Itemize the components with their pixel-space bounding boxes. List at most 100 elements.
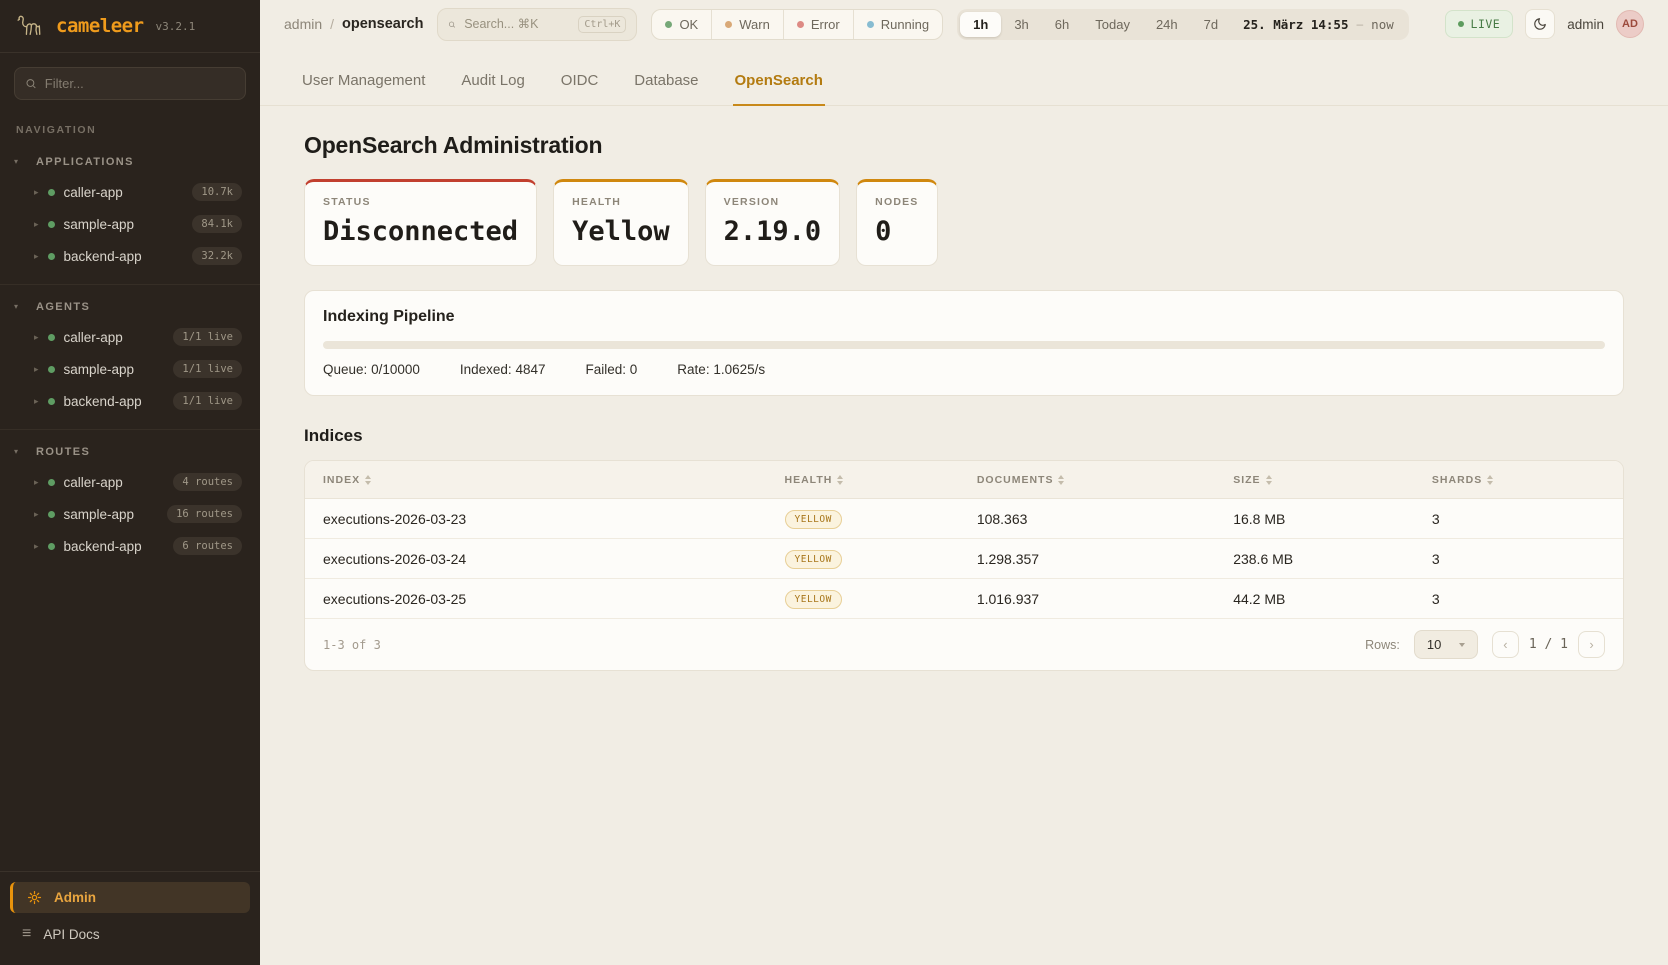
gear-icon (27, 890, 42, 905)
warn-dot-icon (725, 21, 732, 28)
nav-group-header-agents[interactable]: AGENTS (10, 295, 250, 321)
rows-per-page-label: Rows: (1365, 638, 1400, 652)
range-3h-button[interactable]: 3h (1001, 12, 1041, 37)
tab-audit-log[interactable]: Audit Log (459, 62, 526, 106)
tab-opensearch[interactable]: OpenSearch (733, 62, 825, 106)
item-label: backend-app (64, 539, 142, 554)
tab-database[interactable]: Database (632, 62, 700, 106)
time-display[interactable]: 25. März 14:55 – now (1231, 12, 1406, 37)
caret-down-icon (14, 158, 22, 166)
previous-page-button[interactable] (1492, 631, 1519, 658)
range-7d-button[interactable]: 7d (1191, 12, 1231, 37)
range-24h-button[interactable]: 24h (1143, 12, 1191, 37)
sidebar-item-backend-app[interactable]: backend-app 32.2k (10, 240, 250, 272)
filter-ok-button[interactable]: OK (652, 10, 711, 39)
sort-icon (1266, 475, 1272, 485)
app-name: cameleer (56, 15, 144, 37)
page-title: OpenSearch Administration (304, 132, 1624, 159)
time-separator: – (1356, 17, 1363, 31)
theme-toggle-button[interactable] (1525, 9, 1555, 39)
item-label: caller-app (64, 330, 123, 345)
sidebar-item-admin[interactable]: Admin (10, 882, 250, 913)
range-6h-button[interactable]: 6h (1042, 12, 1082, 37)
nav-group-label: APPLICATIONS (36, 156, 134, 168)
status-dot (48, 366, 55, 373)
cell-documents: 108.363 (977, 511, 1233, 527)
content: OpenSearch Administration STATUS Disconn… (260, 106, 1668, 965)
sidebar-item-sample-app[interactable]: sample-app 84.1k (10, 208, 250, 240)
sidebar-item-caller-app-agent[interactable]: caller-app 1/1 live (10, 321, 250, 353)
filter-running-button[interactable]: Running (853, 10, 942, 39)
live-toggle[interactable]: LIVE (1445, 10, 1514, 38)
sidebar-item-backend-app-agent[interactable]: backend-app 1/1 live (10, 385, 250, 417)
column-header-health[interactable]: HEALTH (785, 474, 977, 486)
sidebar-filter-input[interactable] (45, 76, 235, 91)
filter-warn-button[interactable]: Warn (711, 10, 783, 39)
sidebar-item-sample-app-agent[interactable]: sample-app 1/1 live (10, 353, 250, 385)
range-today-button[interactable]: Today (1082, 12, 1143, 37)
sidebar-footer: Admin API Docs (0, 871, 260, 965)
tab-oidc[interactable]: OIDC (559, 62, 601, 106)
cell-index: executions-2026-03-25 (323, 591, 785, 607)
cell-index: executions-2026-03-24 (323, 551, 785, 567)
row-range-label: 1-3 of 3 (323, 638, 381, 652)
nav-group-header-routes[interactable]: ROUTES (10, 440, 250, 466)
nav-group-agents: AGENTS caller-app 1/1 live sample-app 1/… (0, 284, 260, 429)
next-page-button[interactable] (1578, 631, 1605, 658)
count-badge: 84.1k (192, 215, 242, 233)
column-header-index[interactable]: INDEX (323, 474, 785, 486)
table-row[interactable]: executions-2026-03-24 YELLOW 1.298.357 2… (305, 539, 1623, 579)
tab-user-management[interactable]: User Management (300, 62, 427, 106)
column-header-shards[interactable]: SHARDS (1432, 474, 1605, 486)
nav-group-routes: ROUTES caller-app 4 routes sample-app 16… (0, 429, 260, 574)
filter-label: Warn (739, 17, 770, 32)
column-header-documents[interactable]: DOCUMENTS (977, 474, 1233, 486)
caret-down-icon (14, 303, 22, 311)
cell-index: executions-2026-03-23 (323, 511, 785, 527)
card-value: 2.19.0 (724, 216, 822, 247)
nav-group-header-applications[interactable]: APPLICATIONS (10, 150, 250, 176)
queue-stat: Queue: 0/10000 (323, 362, 420, 377)
sidebar-item-sample-app-routes[interactable]: sample-app 16 routes (10, 498, 250, 530)
search-icon (25, 77, 37, 90)
indexing-pipeline-panel: Indexing Pipeline Queue: 0/10000 Indexed… (304, 290, 1624, 396)
health-status-badge: YELLOW (785, 510, 842, 529)
status-filter-group: OK Warn Error Running (651, 9, 943, 40)
sidebar-filter (14, 67, 246, 100)
indexed-stat: Indexed: 4847 (460, 362, 546, 377)
nav-group-applications: APPLICATIONS caller-app 10.7k sample-app… (0, 140, 260, 284)
table-row[interactable]: executions-2026-03-23 YELLOW 108.363 16.… (305, 499, 1623, 539)
cell-health: YELLOW (785, 589, 977, 609)
status-dot (48, 334, 55, 341)
sidebar-item-caller-app[interactable]: caller-app 10.7k (10, 176, 250, 208)
search-input[interactable] (464, 17, 570, 31)
column-header-size[interactable]: SIZE (1233, 474, 1432, 486)
pipeline-progress-bar (323, 341, 1605, 349)
status-cards: STATUS Disconnected HEALTH Yellow VERSIO… (304, 179, 1624, 266)
breadcrumb-parent[interactable]: admin (284, 16, 322, 32)
search-icon (448, 18, 456, 31)
filter-error-button[interactable]: Error (783, 10, 853, 39)
item-label: caller-app (64, 185, 123, 200)
status-dot (48, 398, 55, 405)
rows-per-page-select[interactable]: 10 (1414, 630, 1478, 659)
card-label: STATUS (323, 196, 518, 208)
avatar[interactable]: AD (1616, 10, 1644, 38)
topbar: admin / opensearch Ctrl+K OK Warn Error (260, 0, 1668, 48)
sidebar-item-api-docs[interactable]: API Docs (10, 917, 250, 951)
tabs: User Management Audit Log OIDC Database … (260, 48, 1668, 106)
pagination-controls: Rows: 10 1 / 1 (1365, 630, 1605, 659)
app-logo: cameleer v3.2.1 (0, 0, 260, 53)
navigation-label: NAVIGATION (16, 124, 244, 136)
topbar-right: LIVE admin AD (1445, 9, 1644, 39)
card-label: VERSION (724, 196, 822, 208)
status-card: STATUS Disconnected (304, 179, 537, 266)
table-row[interactable]: executions-2026-03-25 YELLOW 1.016.937 4… (305, 579, 1623, 619)
sidebar-item-backend-app-routes[interactable]: backend-app 6 routes (10, 530, 250, 562)
chevron-right-icon (34, 397, 39, 406)
status-dot (48, 221, 55, 228)
range-1h-button[interactable]: 1h (960, 12, 1001, 37)
sidebar-item-caller-app-routes[interactable]: caller-app 4 routes (10, 466, 250, 498)
chevron-right-icon (34, 252, 39, 261)
card-label: HEALTH (572, 196, 670, 208)
